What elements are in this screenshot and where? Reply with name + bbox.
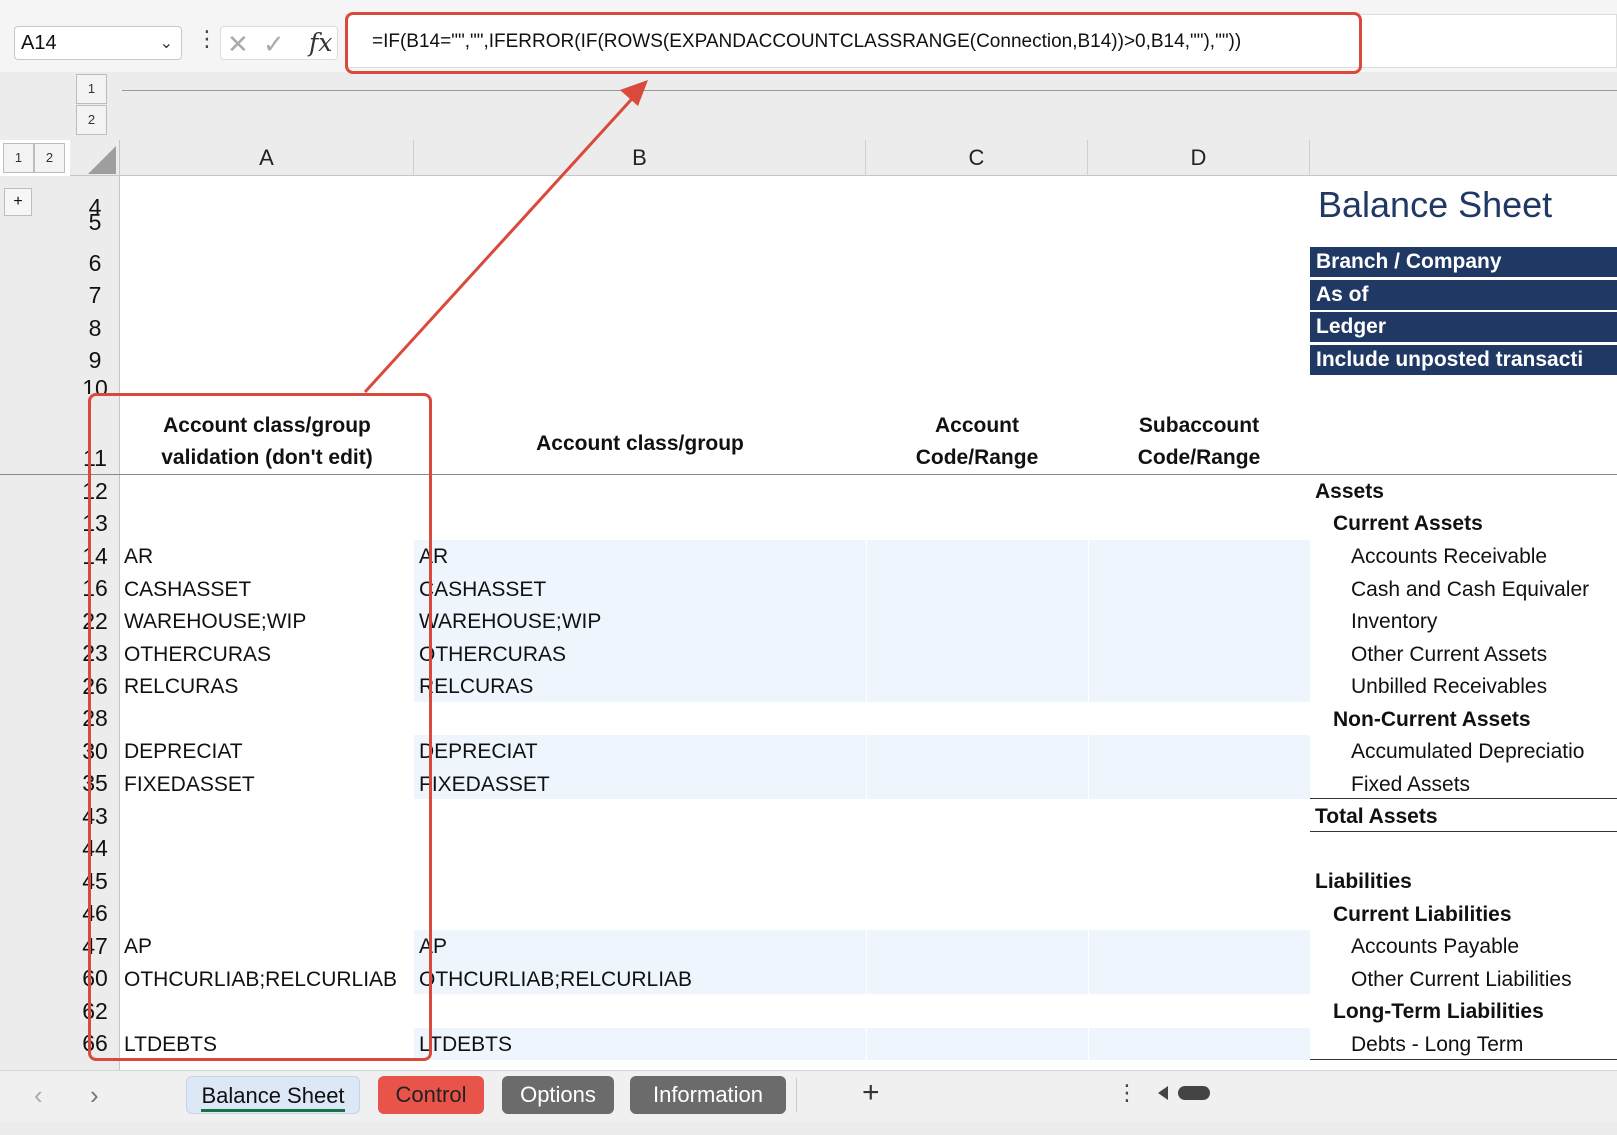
tab-control[interactable]: Control bbox=[378, 1076, 484, 1114]
chevron-right-icon[interactable]: › bbox=[90, 1080, 99, 1111]
tab-information[interactable]: Information bbox=[630, 1076, 786, 1114]
tab-balance-sheet[interactable]: Balance Sheet bbox=[186, 1076, 360, 1114]
chevron-left-icon[interactable]: ‹ bbox=[34, 1080, 43, 1111]
add-sheet-button[interactable]: + bbox=[862, 1076, 880, 1110]
annotation-arrow bbox=[363, 80, 648, 394]
horizontal-scrollbar-thumb[interactable] bbox=[1178, 1086, 1210, 1100]
tab-options[interactable]: Options bbox=[502, 1076, 614, 1114]
scroll-left-icon[interactable] bbox=[1158, 1086, 1168, 1100]
status-bar bbox=[0, 1122, 1617, 1135]
more-tabs-icon[interactable]: ⋮ bbox=[1116, 1080, 1138, 1106]
arrow-line bbox=[363, 88, 642, 394]
tab-divider bbox=[796, 1078, 797, 1112]
tab-balance-sheet-label: Balance Sheet bbox=[201, 1083, 345, 1112]
arrow-head-icon bbox=[620, 80, 648, 106]
